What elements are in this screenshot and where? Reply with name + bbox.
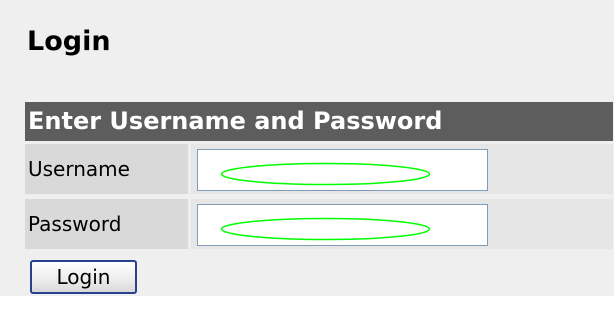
login-button[interactable]: Login bbox=[30, 260, 137, 294]
username-input[interactable] bbox=[197, 149, 488, 191]
login-panel: Login Enter Username and Password Userna… bbox=[0, 0, 614, 296]
username-input-cell bbox=[191, 144, 613, 194]
username-label: Username bbox=[25, 144, 188, 194]
password-row: Password bbox=[25, 199, 613, 249]
form-header: Enter Username and Password bbox=[25, 102, 613, 141]
username-row: Username bbox=[25, 144, 613, 194]
password-input[interactable] bbox=[197, 204, 488, 246]
password-label: Password bbox=[25, 199, 188, 249]
page-title: Login bbox=[27, 26, 111, 57]
password-input-cell bbox=[191, 199, 613, 249]
